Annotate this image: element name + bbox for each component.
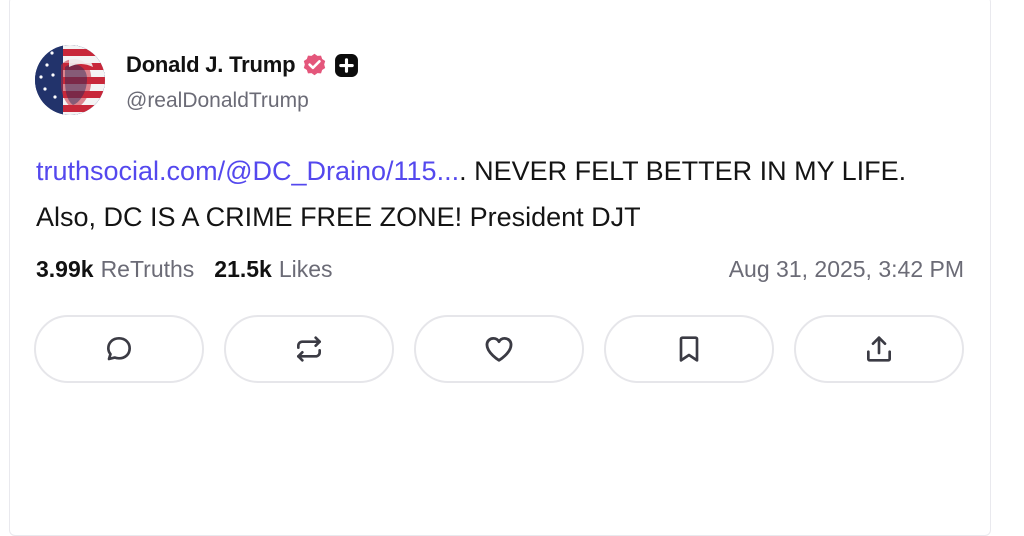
- share-icon: [867, 336, 891, 362]
- author-display-name[interactable]: Donald J. Trump: [126, 52, 296, 78]
- bookmark-icon: [679, 336, 699, 362]
- retruths-count[interactable]: 3.99k: [36, 256, 94, 283]
- like-button[interactable]: [414, 315, 584, 383]
- bookmark-button[interactable]: [604, 315, 774, 383]
- plus-badge-icon: [334, 53, 359, 78]
- post-link[interactable]: truthsocial.com/@DC_Draino/115...: [36, 156, 459, 186]
- likes-count[interactable]: 21.5k: [214, 256, 272, 283]
- likes-label[interactable]: Likes: [279, 256, 333, 283]
- post-timestamp: Aug 31, 2025, 3:42 PM: [728, 256, 964, 282]
- post-body: truthsocial.com/@DC_Draino/115.... NEVER…: [36, 148, 966, 240]
- retruth-button[interactable]: [224, 315, 394, 383]
- comment-icon: [107, 337, 131, 361]
- verified-badge-icon: [301, 52, 328, 79]
- share-button[interactable]: [794, 315, 964, 383]
- author-name-row: Donald J. Trump: [126, 51, 359, 79]
- post-actions: [34, 315, 964, 383]
- post-stats: 3.99k ReTruths 21.5k Likes: [36, 256, 333, 283]
- reply-button[interactable]: [34, 315, 204, 383]
- repost-icon: [297, 336, 321, 362]
- author-avatar[interactable]: [35, 45, 105, 115]
- retruths-label[interactable]: ReTruths: [101, 256, 195, 283]
- heart-icon: [485, 336, 513, 362]
- author-handle[interactable]: @realDonaldTrump: [126, 89, 309, 113]
